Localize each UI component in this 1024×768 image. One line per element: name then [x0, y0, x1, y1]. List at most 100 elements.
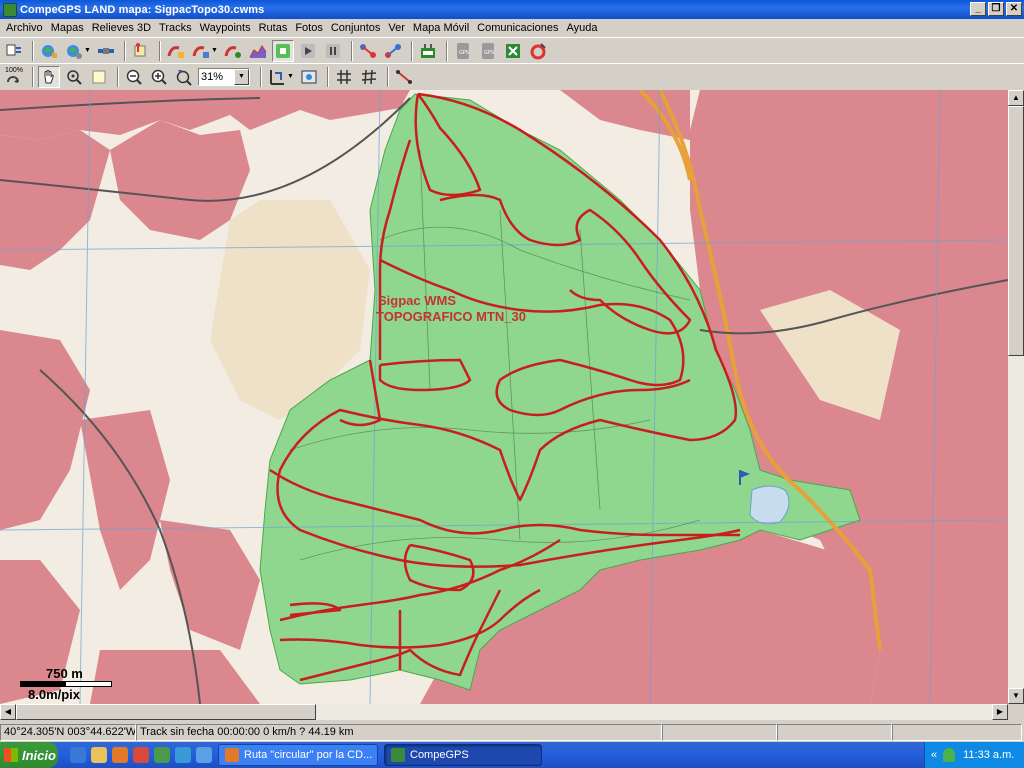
zoom-out-icon[interactable]: [123, 66, 145, 88]
profile-chart-icon[interactable]: [247, 40, 269, 62]
dropdown-arrow-icon[interactable]: ▼: [84, 47, 91, 54]
system-tray: « 11:33 a.m.: [924, 742, 1024, 768]
open-map-icon[interactable]: [38, 40, 60, 62]
hand-pan-icon[interactable]: [38, 65, 60, 88]
measure-distance-icon[interactable]: [393, 66, 415, 88]
chevron-down-icon[interactable]: ▼: [234, 68, 249, 85]
status-panel-empty: [892, 723, 1022, 741]
refresh-zoom-icon[interactable]: [173, 66, 195, 88]
minimize-button[interactable]: _: [970, 2, 986, 16]
menu-archivo[interactable]: Archivo: [2, 22, 47, 34]
menu-comunicaciones[interactable]: Comunicaciones: [473, 22, 562, 34]
messenger-status-icon[interactable]: [943, 748, 956, 762]
scroll-down-icon[interactable]: ▼: [1008, 688, 1024, 704]
status-coordinates: 40°24.305'N 003°44.622'W: [0, 723, 136, 741]
clock[interactable]: 11:33 a.m.: [963, 749, 1014, 761]
horizontal-scroll-thumb[interactable]: [16, 704, 316, 720]
menu-rutas[interactable]: Rutas: [255, 22, 292, 34]
menu-mapa-movil[interactable]: Mapa Móvil: [409, 22, 473, 34]
svg-text:GPS: GPS: [459, 50, 469, 56]
skype-icon[interactable]: [175, 747, 191, 763]
route-icon[interactable]: [357, 40, 379, 62]
menu-tracks[interactable]: Tracks: [155, 22, 196, 34]
toolbar-separator: [386, 66, 389, 87]
map-toolbar: 100% 31% ▼ ▼: [0, 63, 1024, 89]
internet-explorer-icon[interactable]: [70, 747, 86, 763]
taskbar-button-compegps[interactable]: CompeGPS: [384, 744, 542, 766]
firefox-icon: [225, 748, 239, 762]
status-panel-empty: [777, 723, 892, 741]
toolbar-separator: [32, 40, 34, 61]
gps-receive-icon[interactable]: GPS: [452, 40, 474, 62]
utm-grid-icon[interactable]: [358, 66, 380, 88]
scale-distance: 750 m: [46, 666, 83, 681]
gps-device-icon[interactable]: [417, 40, 439, 62]
start-button[interactable]: Inicio: [0, 742, 58, 768]
lake: [749, 485, 790, 525]
status-panel-empty: [662, 723, 777, 741]
map-orientation-icon[interactable]: [266, 66, 288, 88]
zoom-point-icon[interactable]: [63, 66, 85, 88]
toolbar-separator: [445, 40, 448, 61]
scroll-right-icon[interactable]: ▶: [992, 704, 1008, 720]
menu-ver[interactable]: Ver: [384, 22, 409, 34]
firefox-icon[interactable]: [112, 747, 128, 763]
menu-mapas[interactable]: Mapas: [47, 22, 88, 34]
properties-icon[interactable]: [3, 40, 25, 62]
tray-expand-chevron[interactable]: «: [931, 749, 937, 761]
app-launcher-icon[interactable]: [133, 747, 149, 763]
menu-ayuda[interactable]: Ayuda: [562, 22, 601, 34]
media-player-icon[interactable]: [196, 747, 212, 763]
taskbar-button-browser[interactable]: Ruta "circular" por la CD...: [218, 744, 378, 766]
restore-button[interactable]: ❐: [988, 2, 1004, 16]
route-edit-icon[interactable]: [382, 40, 404, 62]
messenger-icon[interactable]: [154, 747, 170, 763]
wms-layer-sublabel: TOPOGRAFICO MTN_30: [376, 309, 527, 324]
track-tools-icon[interactable]: [222, 40, 244, 62]
window-controls: _ ❐ ✕: [970, 2, 1022, 16]
map-layer-icon[interactable]: [298, 66, 320, 88]
toolbar-separator: [260, 66, 262, 87]
title-bar[interactable]: CompeGPS LAND mapa: SigpacTopo30.cwms _ …: [0, 0, 1024, 19]
zoom-in-icon[interactable]: [148, 66, 170, 88]
menu-bar: Archivo Mapas Relieves 3D Tracks Waypoin…: [0, 19, 1024, 37]
folder-icon[interactable]: [91, 747, 107, 763]
zoom-100-label: 100%: [5, 67, 23, 74]
grid-icon[interactable]: [333, 66, 355, 88]
menu-waypoints[interactable]: Waypoints: [196, 22, 255, 34]
zoom-level-select[interactable]: 31% ▼: [198, 67, 250, 86]
dropdown-arrow-icon[interactable]: ▼: [211, 47, 218, 54]
toolbar-separator: [123, 40, 126, 61]
wms-layer-label: Sigpac WMS: [378, 293, 457, 308]
export-icon[interactable]: [502, 40, 524, 62]
vertical-scroll-thumb[interactable]: [1008, 106, 1024, 356]
record-button-icon[interactable]: [271, 39, 294, 62]
topographic-map[interactable]: [0, 90, 1008, 704]
waypoints-icon[interactable]: [130, 40, 152, 62]
window-title: CompeGPS LAND mapa: SigpacTopo30.cwms: [20, 3, 265, 16]
play-icon[interactable]: [297, 40, 319, 62]
pause-icon[interactable]: [322, 40, 344, 62]
map-settings-icon[interactable]: [63, 40, 85, 62]
horizontal-scrollbar[interactable]: ◀ ▶: [0, 704, 1008, 720]
task-label: Ruta "circular" por la CD...: [244, 749, 373, 761]
edit-track-icon[interactable]: [190, 40, 212, 62]
satellite-icon[interactable]: [95, 40, 117, 62]
map-view[interactable]: Sigpac WMS TOPOGRAFICO MTN_30 750 m 8.0m…: [0, 90, 1008, 704]
app-icon[interactable]: [3, 2, 17, 17]
connect-icon[interactable]: [527, 40, 549, 62]
toolbar-separator: [326, 66, 329, 87]
scroll-up-icon[interactable]: ▲: [1008, 90, 1024, 106]
select-area-icon[interactable]: [88, 66, 110, 88]
dropdown-arrow-icon[interactable]: ▼: [287, 73, 294, 80]
new-track-icon[interactable]: [165, 40, 187, 62]
quick-launch: [70, 747, 212, 763]
menu-fotos[interactable]: Fotos: [291, 22, 327, 34]
menu-conjuntos[interactable]: Conjuntos: [327, 22, 385, 34]
close-button[interactable]: ✕: [1006, 2, 1022, 16]
zoom-100-button[interactable]: 100%: [3, 66, 25, 88]
gps-send-icon[interactable]: GPS: [477, 40, 499, 62]
vertical-scrollbar[interactable]: ▲ ▼: [1008, 90, 1024, 704]
menu-relieves-3d[interactable]: Relieves 3D: [88, 22, 155, 34]
scroll-left-icon[interactable]: ◀: [0, 704, 16, 720]
